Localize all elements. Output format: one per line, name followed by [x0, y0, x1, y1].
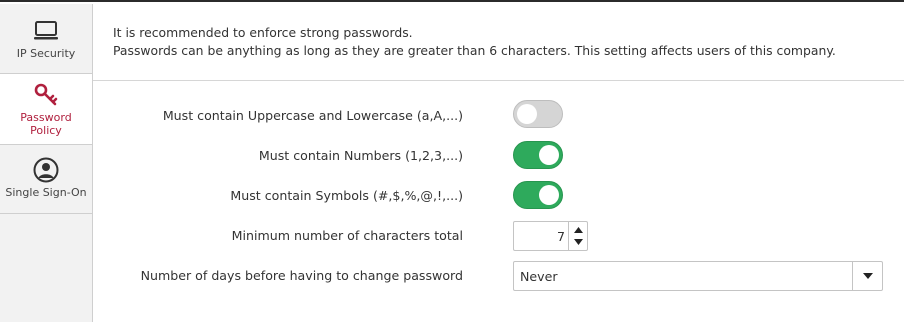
decrement-button[interactable]: [569, 236, 588, 250]
caret-up-icon: [574, 227, 583, 233]
numbers-toggle[interactable]: [513, 141, 563, 169]
uppercase-lowercase-label: Must contain Uppercase and Lowercase (a,…: [162, 108, 463, 123]
toggle-knob: [517, 104, 537, 124]
info-line: It is recommended to enforce strong pass…: [113, 25, 413, 40]
caret-down-icon: [574, 239, 583, 245]
policy-info: It is recommended to enforce strong pass…: [93, 4, 904, 81]
sidebar-item-ip-security[interactable]: IP Security: [0, 4, 92, 74]
numbers-label: Must contain Numbers (1,2,3,...): [258, 148, 463, 163]
dropdown-button[interactable]: [852, 262, 882, 290]
sidebar-item-label: Single Sign-On: [5, 186, 87, 199]
key-icon: [34, 83, 58, 106]
info-line: Passwords can be anything as long as the…: [113, 43, 836, 58]
min-chars-input[interactable]: [514, 222, 568, 250]
toggle-knob: [539, 185, 559, 205]
user-icon: [33, 157, 59, 183]
toggle-knob: [539, 145, 559, 165]
symbols-label: Must contain Symbols (#,$,%,@,!,...): [230, 188, 463, 203]
password-policy-panel: IP Security Password Policy Single Sign-…: [0, 0, 904, 322]
sidebar-item-single-sign-on[interactable]: Single Sign-On: [0, 145, 92, 214]
sidebar-item-password-policy[interactable]: Password Policy: [0, 74, 92, 145]
stepper-buttons: [568, 222, 587, 250]
sidebar-item-label: Password Policy: [20, 111, 72, 137]
monitor-icon: [34, 21, 58, 40]
password-expiry-select[interactable]: Never: [513, 261, 883, 291]
increment-button[interactable]: [569, 222, 588, 236]
min-chars-stepper: [513, 221, 588, 251]
password-expiry-label: Number of days before having to change p…: [140, 268, 463, 283]
select-value: Never: [520, 269, 558, 284]
min-chars-label: Minimum number of characters total: [231, 228, 463, 243]
uppercase-lowercase-toggle[interactable]: [513, 100, 563, 128]
sidebar-item-label: IP Security: [16, 47, 76, 60]
symbols-toggle[interactable]: [513, 181, 563, 209]
chevron-down-icon: [863, 273, 873, 279]
settings-sidebar: IP Security Password Policy Single Sign-…: [0, 4, 93, 322]
